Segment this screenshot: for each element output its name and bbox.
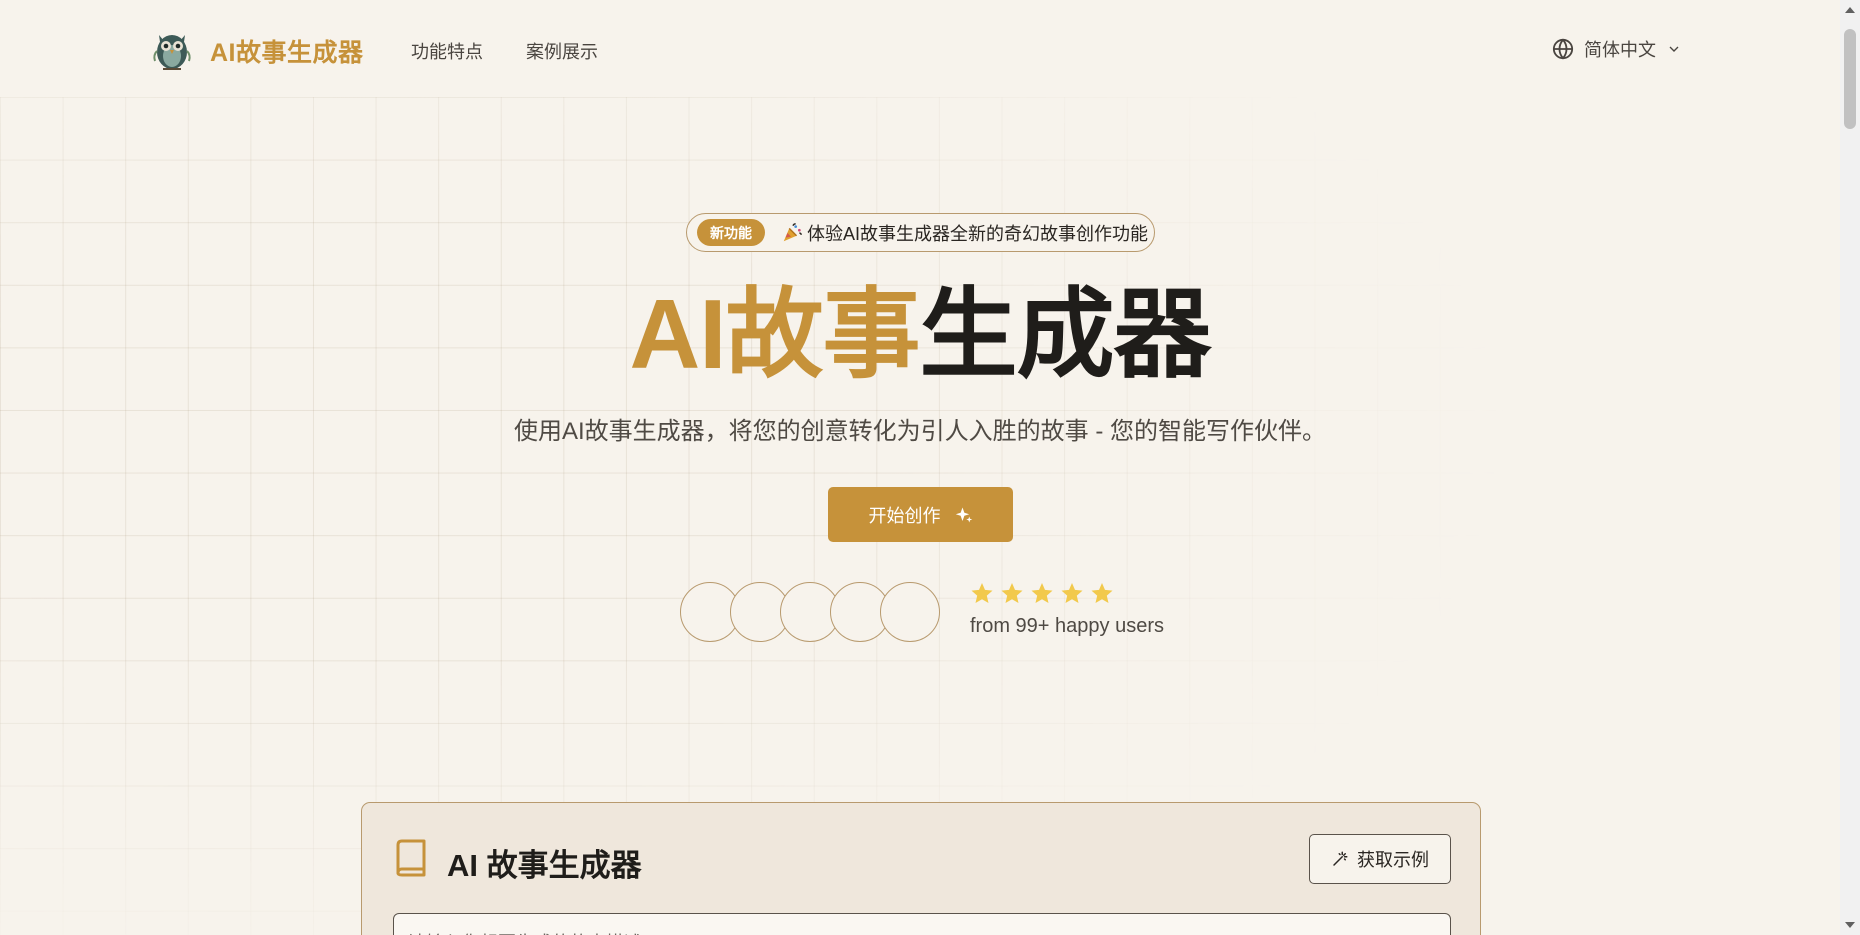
story-generator-card: AI 故事生成器 获取示例: [361, 802, 1481, 935]
scroll-up-arrow-icon[interactable]: [1845, 7, 1855, 13]
page: AI故事生成器 功能特点 案例展示 简体中文 新功能 体验AI故事生成器全新的奇…: [0, 0, 1860, 935]
nav-link-features[interactable]: 功能特点: [411, 38, 483, 64]
get-example-label: 获取示例: [1357, 850, 1429, 870]
user-avatars: [680, 582, 942, 642]
nav-link-showcase[interactable]: 案例展示: [526, 38, 598, 64]
star-icon: [1031, 583, 1053, 603]
chevron-down-icon: [1669, 46, 1679, 52]
star-icon: [1091, 583, 1113, 603]
owl-logo-icon[interactable]: [151, 27, 193, 71]
happy-users-text: from 99+ happy users: [970, 615, 1164, 637]
brand-title[interactable]: AI故事生成器: [210, 33, 364, 69]
site-header: AI故事生成器 功能特点 案例展示 简体中文: [0, 0, 1840, 97]
rating-stars: [970, 581, 1114, 605]
start-creating-label: 开始创作: [868, 505, 941, 526]
hero-title-accent: AI故事: [629, 279, 920, 389]
hero-section: 新功能 体验AI故事生成器全新的奇幻故事创作功能 AI故事生成器 使用AI故事生…: [0, 0, 1840, 935]
generator-title: AI 故事生成器: [447, 848, 642, 883]
new-feature-text: 体验AI故事生成器全新的奇幻故事创作功能: [807, 223, 1149, 244]
get-example-button[interactable]: 获取示例: [1309, 834, 1451, 884]
hero-title-rest: 生成器: [919, 279, 1212, 389]
page-scrollbar[interactable]: [1840, 0, 1860, 935]
star-icon: [1061, 583, 1083, 603]
sparkle-icon: [955, 507, 972, 522]
language-label: 简体中文: [1584, 40, 1656, 60]
hero-subtitle: 使用AI故事生成器，将您的创意转化为引人入胜的故事 - 您的智能写作伙伴。: [513, 418, 1326, 445]
book-icon: [396, 839, 426, 877]
new-feature-pill: 新功能: [697, 219, 765, 246]
star-icon: [1001, 583, 1023, 603]
globe-icon: [1552, 38, 1574, 60]
magic-wand-icon: [1333, 851, 1348, 866]
hero-title: AI故事生成器: [0, 278, 1840, 390]
star-icon: [971, 583, 993, 603]
start-creating-button[interactable]: 开始创作: [828, 487, 1013, 542]
scrollbar-thumb[interactable]: [1844, 29, 1856, 129]
language-selector[interactable]: 简体中文: [1552, 35, 1682, 63]
avatar: [880, 582, 940, 642]
party-popper-icon: [783, 222, 802, 241]
new-feature-badge[interactable]: 新功能 体验AI故事生成器全新的奇幻故事创作功能: [686, 213, 1155, 252]
scroll-down-arrow-icon[interactable]: [1845, 922, 1855, 928]
story-description-input[interactable]: [393, 913, 1451, 935]
